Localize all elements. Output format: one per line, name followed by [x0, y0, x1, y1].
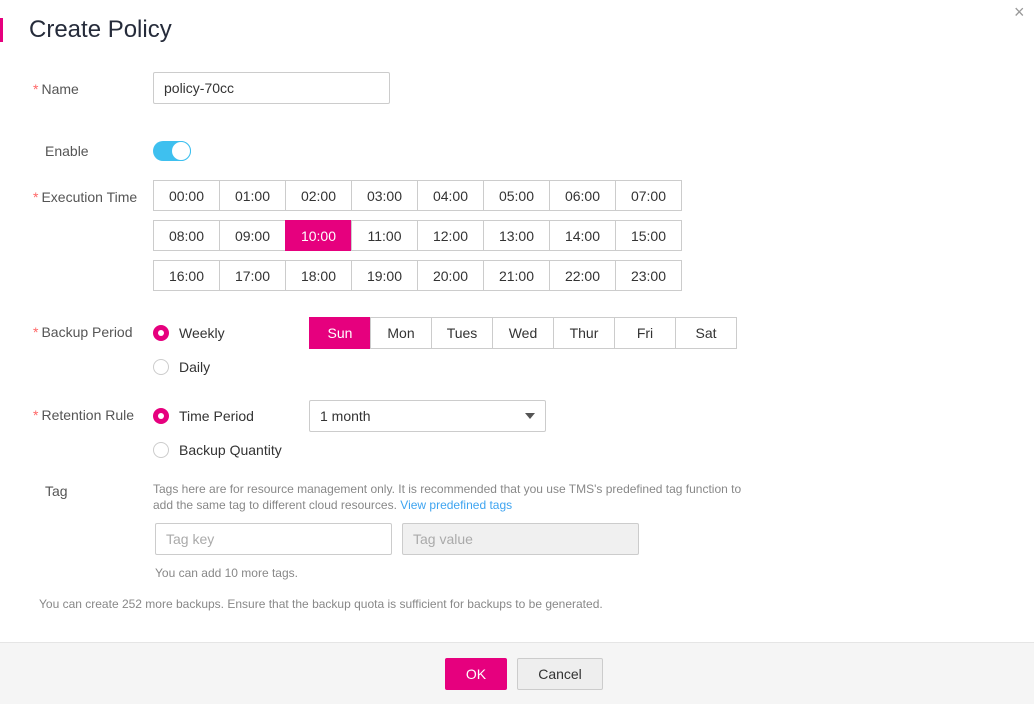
time-option[interactable]: 06:00: [549, 180, 616, 211]
toggle-knob: [171, 141, 191, 161]
time-option[interactable]: 18:00: [285, 260, 352, 291]
time-option[interactable]: 05:00: [483, 180, 550, 211]
time-option[interactable]: 22:00: [549, 260, 616, 291]
execution-time-label-text: Execution Time: [41, 189, 138, 205]
name-input[interactable]: policy-70cc: [153, 72, 390, 104]
weekly-label: Weekly: [179, 325, 225, 341]
time-option[interactable]: 02:00: [285, 180, 352, 211]
required-icon: *: [33, 189, 39, 205]
select-value: 1 month: [320, 408, 371, 424]
time-option[interactable]: 01:00: [219, 180, 286, 211]
backup-period-label-text: Backup Period: [41, 324, 133, 340]
time-option[interactable]: 14:00: [549, 220, 616, 251]
backup-quantity-label: Backup Quantity: [179, 442, 282, 458]
backup-period-label: * Backup Period: [33, 324, 133, 340]
time-option[interactable]: 16:00: [153, 260, 220, 291]
name-label-text: Name: [41, 81, 79, 97]
weekly-radio[interactable]: [153, 325, 169, 341]
time-option[interactable]: 00:00: [153, 180, 220, 211]
day-option[interactable]: Sun: [309, 317, 371, 349]
daily-radio[interactable]: [153, 359, 169, 375]
page-title: Create Policy: [29, 16, 172, 43]
time-option[interactable]: 13:00: [483, 220, 550, 251]
day-option[interactable]: Mon: [370, 317, 432, 349]
enable-label: Enable: [45, 143, 89, 159]
day-option[interactable]: Thur: [553, 317, 615, 349]
tag-value-input[interactable]: Tag value: [402, 523, 639, 555]
view-predefined-tags-link[interactable]: View predefined tags: [400, 498, 512, 512]
tag-label: Tag: [45, 483, 68, 499]
time-option[interactable]: 17:00: [219, 260, 286, 291]
time-period-label: Time Period: [179, 408, 254, 424]
time-option[interactable]: 04:00: [417, 180, 484, 211]
time-option[interactable]: 21:00: [483, 260, 550, 291]
day-option[interactable]: Wed: [492, 317, 554, 349]
required-icon: *: [33, 324, 39, 340]
time-option[interactable]: 10:00: [285, 220, 352, 251]
name-label: * Name: [33, 81, 79, 97]
title-accent-bar: [0, 18, 3, 42]
backup-quantity-radio[interactable]: [153, 442, 169, 458]
retention-period-select[interactable]: 1 month: [309, 400, 546, 432]
cancel-button[interactable]: Cancel: [517, 658, 603, 690]
caret-down-icon: [525, 413, 535, 419]
execution-time-label: * Execution Time: [33, 189, 137, 205]
time-option[interactable]: 07:00: [615, 180, 682, 211]
time-period-radio[interactable]: [153, 408, 169, 424]
time-option[interactable]: 11:00: [351, 220, 418, 251]
quota-note: You can create 252 more backups. Ensure …: [39, 597, 603, 611]
time-option[interactable]: 12:00: [417, 220, 484, 251]
time-option[interactable]: 20:00: [417, 260, 484, 291]
time-option[interactable]: 09:00: [219, 220, 286, 251]
close-icon[interactable]: ×: [1014, 2, 1025, 23]
time-option[interactable]: 19:00: [351, 260, 418, 291]
tag-key-input[interactable]: Tag key: [155, 523, 392, 555]
time-option[interactable]: 15:00: [615, 220, 682, 251]
enable-toggle[interactable]: [153, 141, 191, 161]
time-option[interactable]: 03:00: [351, 180, 418, 211]
ok-button[interactable]: OK: [445, 658, 507, 690]
retention-rule-label-text: Retention Rule: [41, 407, 135, 423]
day-option[interactable]: Sat: [675, 317, 737, 349]
time-option[interactable]: 23:00: [615, 260, 682, 291]
day-option[interactable]: Fri: [614, 317, 676, 349]
tag-remaining-text: You can add 10 more tags.: [155, 566, 298, 580]
required-icon: *: [33, 407, 39, 423]
day-option[interactable]: Tues: [431, 317, 493, 349]
tag-help-text: Tags here are for resource management on…: [153, 481, 753, 513]
retention-rule-label: * Retention Rule: [33, 407, 134, 423]
time-option[interactable]: 08:00: [153, 220, 220, 251]
daily-label: Daily: [179, 359, 211, 375]
required-icon: *: [33, 81, 39, 97]
